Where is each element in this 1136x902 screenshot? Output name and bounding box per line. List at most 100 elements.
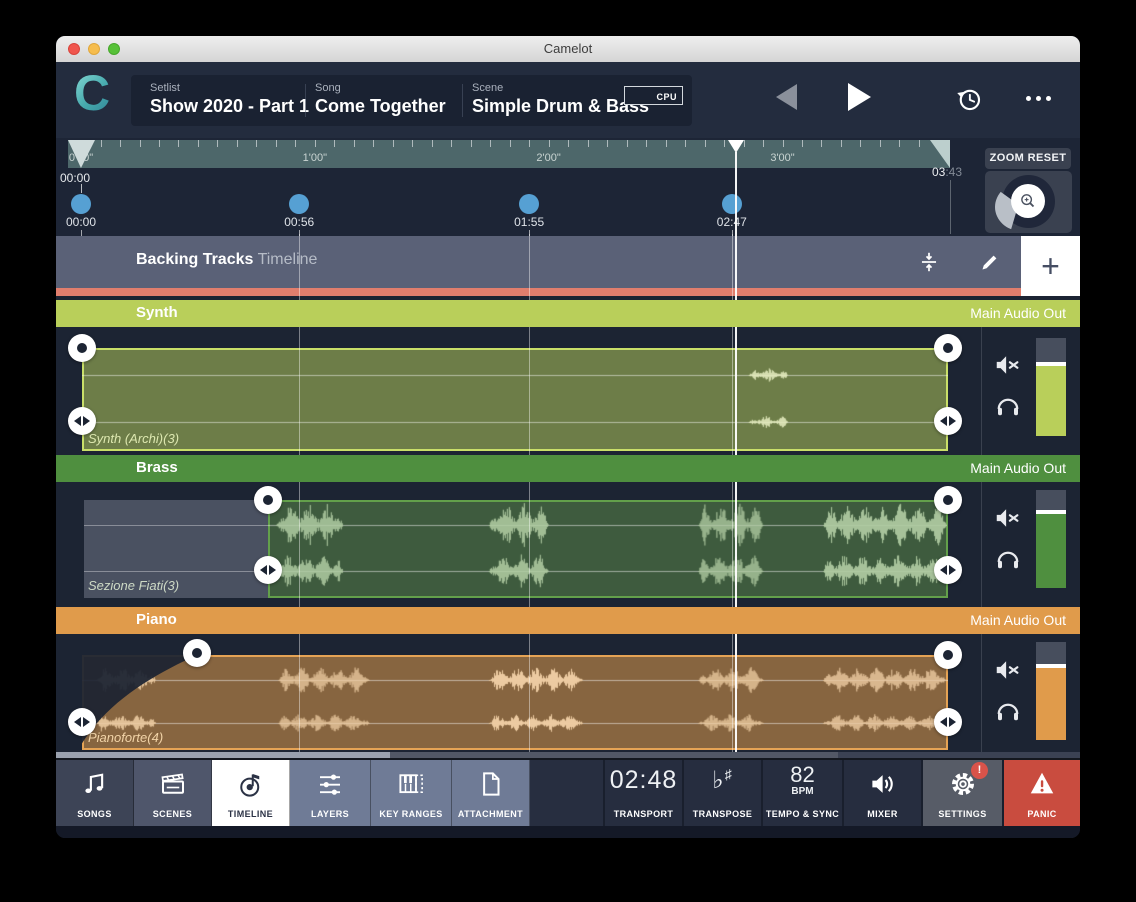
add-track-button[interactable]: +	[1021, 236, 1080, 296]
selected-song-color-strip	[56, 288, 1021, 296]
stretch-right-arrow	[949, 565, 956, 575]
ruler-tick	[802, 140, 803, 147]
controls-separator	[981, 482, 982, 607]
scenes-icon	[134, 767, 211, 801]
mute-button[interactable]	[993, 350, 1023, 380]
fader-fill	[1036, 514, 1066, 588]
previous-button[interactable]	[776, 84, 797, 110]
mute-speaker-icon	[993, 520, 1023, 537]
marker-time-label: 00:00	[66, 215, 96, 229]
clip-fade-out-handle-synth[interactable]	[934, 334, 962, 362]
audio-clip-piano[interactable]	[82, 655, 948, 750]
tab-attachment[interactable]: ATTACHMENT	[452, 760, 530, 826]
audio-clip-synth[interactable]	[82, 348, 948, 451]
solo-listen-button[interactable]	[993, 695, 1023, 725]
edit-tracks-button[interactable]	[978, 250, 1002, 279]
timeline-icon	[212, 767, 289, 801]
marker-dot[interactable]	[722, 194, 742, 214]
ruler-tick	[724, 140, 725, 147]
clip-fade-handle-piano[interactable]	[183, 639, 211, 667]
fader-level-line[interactable]	[1036, 510, 1066, 514]
backing-title-bold: Backing Tracks	[136, 251, 253, 268]
clip-trim-end-handle-piano[interactable]	[934, 708, 962, 736]
ruler-tick	[295, 140, 296, 147]
clip-fade-handle-brass[interactable]	[254, 486, 282, 514]
tab-label: TIMELINE	[212, 809, 289, 819]
stretch-right-arrow	[83, 416, 90, 426]
setlist-section[interactable]: Setlist Show 2020 - Part 1	[150, 82, 309, 117]
history-button[interactable]	[954, 84, 984, 119]
marker-dot[interactable]	[71, 194, 91, 214]
track-header-brass[interactable]: Brass Main Audio Out	[56, 455, 1080, 482]
tab-transport[interactable]: 02:48TRANSPORT	[603, 760, 682, 826]
panic-icon	[1004, 767, 1080, 801]
zoom-knob-panel	[985, 171, 1072, 233]
mute-button[interactable]	[993, 503, 1023, 533]
song-section[interactable]: Song Come Together	[315, 82, 446, 117]
backing-tracks-title: Backing Tracks Timeline	[136, 251, 317, 269]
timeline-ruler[interactable]: 0'00"1'00"2'00"3'00"	[68, 140, 950, 168]
ruler-tick	[451, 140, 452, 147]
track-header-synth[interactable]: SynthMain Audio Out	[56, 300, 1080, 327]
zoom-magnifier-icon[interactable]	[1011, 184, 1045, 218]
marker-dot[interactable]	[289, 194, 309, 214]
tab-mixer[interactable]: MIXER	[842, 760, 921, 826]
settings-icon	[923, 767, 1002, 801]
solo-listen-button[interactable]	[993, 543, 1023, 573]
mute-button[interactable]	[993, 655, 1023, 685]
waveform-brass	[268, 500, 947, 598]
tab-layers[interactable]: LAYERS	[290, 760, 371, 826]
tab-songs[interactable]: SONGS	[56, 760, 134, 826]
tab-scenes[interactable]: SCENES	[134, 760, 212, 826]
stretch-left-arrow	[74, 416, 81, 426]
mute-speaker-icon	[993, 367, 1023, 384]
ruler-tick	[646, 140, 647, 147]
ruler-tick	[607, 140, 608, 147]
clip-trim-end-handle-synth[interactable]	[934, 407, 962, 435]
ruler-tick	[140, 140, 141, 147]
clip-fade-handle-synth[interactable]	[68, 334, 96, 362]
clip-fade-out-handle-piano[interactable]	[934, 641, 962, 669]
volume-fader[interactable]	[1036, 490, 1066, 588]
fader-level-line[interactable]	[1036, 362, 1066, 366]
clip-fade-out-handle-brass[interactable]	[934, 486, 962, 514]
ruler-tick	[237, 140, 238, 147]
tab-transpose[interactable]: ♭♯TRANSPOSE	[682, 760, 761, 826]
more-button[interactable]	[1026, 96, 1051, 101]
play-button[interactable]	[848, 83, 871, 111]
ruler-tick	[529, 140, 530, 147]
track-header-piano[interactable]: PianoMain Audio Out	[56, 607, 1080, 634]
divider	[305, 84, 306, 117]
tab-timeline[interactable]: TIMELINE	[212, 760, 290, 826]
stretch-right-arrow	[949, 717, 956, 727]
plus-icon: +	[1041, 248, 1060, 285]
clip-trim-end-handle-brass[interactable]	[934, 556, 962, 584]
tab-settings[interactable]: !SETTINGS	[921, 760, 1002, 826]
volume-fader[interactable]	[1036, 642, 1066, 740]
show-info-box[interactable]: Setlist Show 2020 - Part 1 Song Come Tog…	[131, 75, 692, 126]
tab-panic[interactable]: PANIC	[1002, 760, 1080, 826]
marker-dot[interactable]	[519, 194, 539, 214]
track-output-label: Main Audio Out	[970, 460, 1066, 476]
collapse-tracks-button[interactable]	[916, 249, 942, 280]
track-name: Brass	[136, 459, 178, 476]
track-name: Synth	[136, 304, 178, 321]
ruler-tick	[510, 140, 511, 147]
audio-clip-brass[interactable]	[268, 500, 948, 598]
clip-trim-start-handle-synth[interactable]	[68, 407, 96, 435]
divider	[462, 84, 463, 117]
lane-center-line	[84, 525, 268, 526]
ruler-tick	[334, 140, 335, 147]
more-icon	[1026, 96, 1031, 101]
solo-listen-button[interactable]	[993, 390, 1023, 420]
zoom-reset-button[interactable]: ZOOM RESET	[985, 148, 1071, 169]
clip-trim-start-handle-piano[interactable]	[68, 708, 96, 736]
titlebar: Camelot	[56, 36, 1080, 63]
tab-key-ranges[interactable]: KEY RANGES	[371, 760, 452, 826]
ruler-tick	[763, 140, 764, 147]
volume-fader[interactable]	[1036, 338, 1066, 436]
tab-tempo-sync[interactable]: 82BPMTEMPO & SYNC	[761, 760, 842, 826]
clip-trim-start-handle-brass[interactable]	[254, 556, 282, 584]
fader-level-line[interactable]	[1036, 664, 1066, 668]
tab-label: PANIC	[1004, 809, 1080, 819]
